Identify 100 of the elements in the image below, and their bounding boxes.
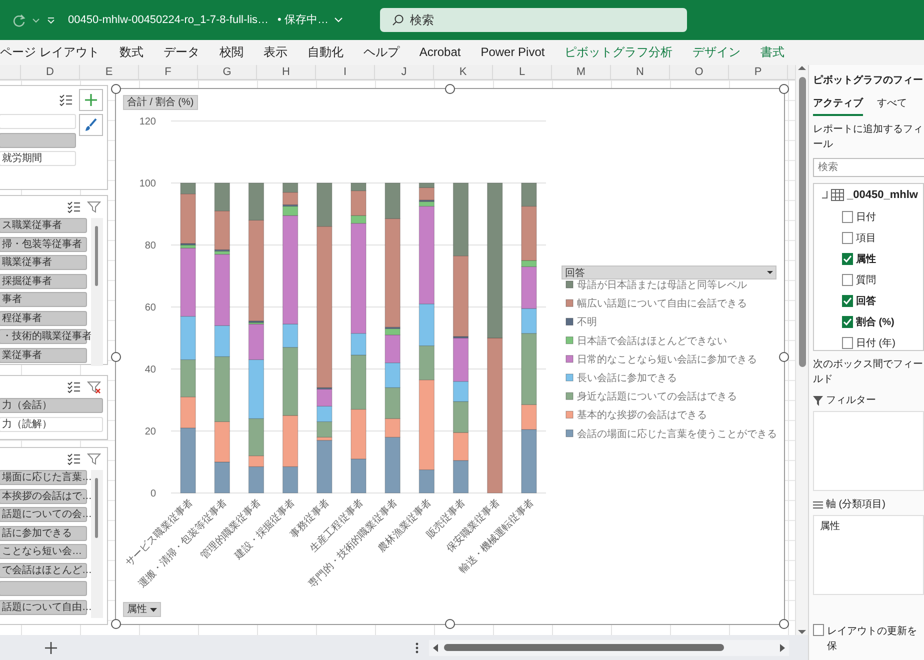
clear-filter-icon[interactable] [87,380,101,394]
field-label[interactable]: 質問 [856,272,876,288]
table-name[interactable]: _00450_mhlw [847,187,918,204]
slicer-item[interactable]: 就労期間 [0,151,76,166]
filter-icon[interactable] [87,200,101,214]
column-header[interactable]: I [316,65,375,79]
ribbon-tab[interactable]: ページ レイアウト [0,40,110,65]
resize-handle[interactable] [779,352,789,362]
slicer-scrollbar[interactable] [91,218,103,366]
field-label[interactable]: 項目 [856,230,876,246]
legend-field-button[interactable]: 回答 [562,266,776,280]
slicer-item[interactable]: 業従事者 [0,348,87,362]
save-status[interactable]: • 保存中… [278,12,328,28]
slicer-item[interactable]: 職業従事者 [0,255,87,270]
slicer-item[interactable]: 事者 [0,292,87,307]
field-label[interactable]: 日付 (年) [856,336,896,350]
resize-handle[interactable] [445,84,455,94]
multi-select-icon[interactable] [67,381,81,393]
ribbon-tab[interactable]: ピボットグラフ分析 [554,40,683,65]
resize-handle[interactable] [111,619,121,629]
slicer-item[interactable]: 力（会話） [0,398,103,413]
pane-title: ピボットグラフのフィー [813,74,924,88]
filter-icon[interactable] [87,452,101,466]
slicer-item[interactable]: ス職業従事者 [0,218,87,233]
add-sheet-icon[interactable] [45,642,57,654]
resize-handle[interactable] [779,84,789,94]
column-header[interactable]: E [80,65,139,79]
legend-label: 幅広い話題について自由に会話できる [577,298,747,310]
checkbox[interactable] [842,316,853,328]
checkbox[interactable] [813,624,824,636]
slicer-item[interactable]: 力（読解） [0,416,103,432]
ribbon-tab[interactable]: 数式 [109,40,154,65]
field-label[interactable]: 属性 [856,252,876,266]
checkbox[interactable] [842,253,853,265]
multi-select-icon[interactable] [67,453,81,465]
checkbox[interactable] [842,232,853,244]
column-header[interactable]: L [493,65,552,79]
add-button[interactable] [79,89,103,111]
column-header[interactable]: F [139,65,198,79]
value-field-button[interactable]: 合計 / 割合 (%) [123,95,198,110]
pane-tab[interactable]: アクティブ [813,94,863,116]
slicer-item[interactable]: 採掘従事者 [0,274,87,288]
chevron-down-icon [32,16,40,24]
resize-handle[interactable] [445,619,455,629]
area-label: フィルター [826,394,876,408]
column-header[interactable]: H [257,65,316,79]
ribbon-tab[interactable]: 校閲 [209,40,254,65]
slicer-item[interactable]: 話に参加できる [0,526,87,540]
ribbon-tab[interactable]: 書式 [750,40,795,65]
column-header[interactable]: N [611,65,670,79]
search-field[interactable]: 検索 [813,158,924,177]
search-field[interactable]: 検索 [380,8,687,32]
scroll-left-icon[interactable] [432,644,438,652]
column-header[interactable]: D [21,65,80,79]
bar-segment [452,460,469,494]
checkbox[interactable] [842,274,853,286]
chevron-down-icon[interactable] [334,16,344,24]
ribbon-tab[interactable]: 表示 [253,40,298,65]
column-header[interactable]: J [375,65,434,79]
bar-segment [316,406,332,422]
axis-tick-label: 0 [150,488,156,500]
scroll-right-icon[interactable] [780,644,786,652]
checkbox[interactable] [842,337,853,349]
ribbon-tab[interactable]: Acrobat [409,40,471,65]
horizontal-scrollbar[interactable] [429,640,789,656]
column-header[interactable]: M [552,65,611,79]
field-label[interactable]: 割合 (%) [856,314,894,330]
checkbox[interactable] [842,211,853,223]
slicer-item[interactable]: ことなら短い会… [0,544,87,559]
column-header[interactable]: O [670,65,729,79]
field-label[interactable]: 回答 [856,294,876,308]
multi-select-icon[interactable] [67,201,81,213]
ribbon-tab[interactable]: ヘルプ [353,40,410,65]
ribbon-tab[interactable]: デザイン [682,40,751,65]
column-header[interactable]: P [729,65,788,79]
vertical-scrollbar[interactable] [795,65,808,635]
legend-label: 基本的な挨拶の会話はできる [577,410,707,422]
slicer-scrollbar[interactable] [91,470,103,618]
column-header[interactable]: K [434,65,493,79]
field-label[interactable]: 日付 [856,210,876,224]
legend-label: 会話の場面に応じた言葉を使うことができる [577,428,777,440]
customize-icon [46,15,56,25]
slicer-item[interactable]: 掃・包装等従事者 [0,236,87,252]
column-header[interactable]: G [198,65,257,79]
slicer-item[interactable]: 程従事者 [0,310,87,326]
checkbox[interactable] [842,295,853,307]
pane-tab[interactable]: すべて [877,94,907,116]
resize-handle[interactable] [111,352,121,362]
checkbox-label[interactable]: レイアウトの更新を保 [827,624,924,654]
style-button[interactable] [79,114,103,136]
ribbon-tab[interactable]: データ [153,40,210,65]
more-options-icon[interactable] [415,642,419,654]
multi-select-icon[interactable] [59,94,73,106]
area-field[interactable]: 属性 [814,516,923,537]
axis-field-button[interactable]: 属性 [123,602,161,617]
ribbon-tab[interactable]: Power Pivot [470,40,555,65]
collapse-icon[interactable] [820,191,828,200]
resize-handle[interactable] [111,84,121,94]
ribbon-tab[interactable]: 自動化 [297,40,354,65]
resize-handle[interactable] [779,619,789,629]
